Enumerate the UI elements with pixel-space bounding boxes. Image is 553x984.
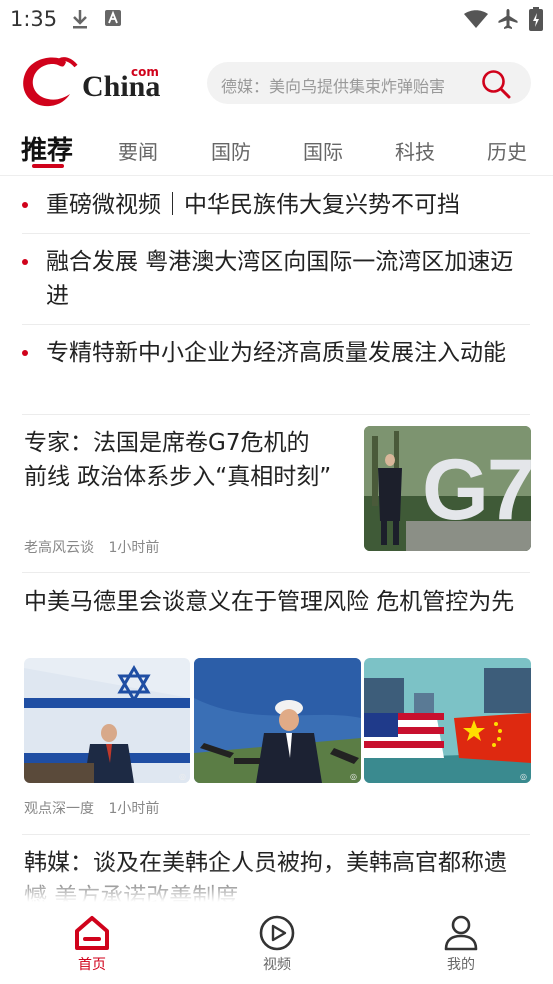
status-bar: 1:35 (0, 0, 553, 40)
divider (22, 572, 530, 573)
headline-item[interactable]: 专精特新中小企业为经济高质量发展注入动能 (22, 336, 530, 406)
battery-charging-icon (529, 7, 543, 31)
nav-video-label: 视频 (263, 957, 291, 973)
headline-text: 重磅微视频｜中华民族伟大复兴势不可挡 (46, 192, 460, 218)
article-image-3: ◎ (364, 658, 531, 783)
scroll-fade (0, 866, 553, 902)
image-watermark: ◎ (520, 772, 527, 781)
divider (22, 834, 530, 835)
airplane-mode-icon (498, 9, 518, 29)
wifi-icon (464, 10, 488, 28)
tab-international[interactable]: 国际 (303, 136, 343, 165)
video-play-icon (259, 915, 295, 951)
status-time: 1:35 (10, 7, 58, 31)
article-source: 老高风云谈 (24, 540, 94, 556)
profile-icon (444, 915, 478, 951)
divider (22, 414, 530, 415)
bullet-dot-icon (22, 202, 28, 208)
thumbnail-caption: G7 (422, 442, 531, 538)
headline-item[interactable]: 融合发展 粤港澳大湾区向国际一流湾区加速迈进 (22, 245, 530, 315)
tab-history[interactable]: 历史 (487, 136, 527, 165)
bullet-dot-icon (22, 350, 28, 356)
search-placeholder: 德媒：美向乌提供集束炸弹贻害 (221, 77, 446, 96)
image-watermark: ◎ (179, 772, 186, 781)
nav-profile-label: 我的 (447, 957, 475, 973)
article-meta: 老高风云谈 1小时前 (24, 537, 159, 557)
nav-home[interactable]: 首页 (42, 914, 142, 974)
article-source: 观点深一度 (24, 801, 94, 817)
logo-text: China (82, 70, 161, 103)
tab-recommended[interactable]: 推荐 (21, 130, 73, 167)
article-title: 专家：法国是席卷G7危机的前线 政治体系步入“真相时刻” (24, 430, 332, 490)
article-time: 1小时前 (108, 801, 160, 817)
tab-technology[interactable]: 科技 (395, 136, 435, 165)
bullet-dot-icon (22, 259, 28, 265)
app-notification-icon (105, 10, 121, 26)
tab-top-news[interactable]: 要闻 (118, 136, 158, 165)
nav-home-label: 首页 (78, 957, 106, 973)
tabs-divider (0, 175, 553, 176)
header: com China 德媒：美向乌提供集束炸弹贻害 (0, 56, 553, 112)
nav-video[interactable]: 视频 (227, 914, 327, 974)
search-bar[interactable]: 德媒：美向乌提供集束炸弹贻害 (207, 62, 531, 104)
article-image-1: ◎ (24, 658, 190, 783)
search-icon[interactable] (481, 69, 511, 99)
article-title: 中美马德里会谈意义在于管理风险 危机管控为先 (24, 589, 515, 615)
headline-item[interactable]: 重磅微视频｜中华民族伟大复兴势不可挡 (22, 188, 530, 224)
home-icon (75, 916, 109, 950)
article-time: 1小时前 (108, 540, 160, 556)
article-meta: 观点深一度 1小时前 (24, 798, 159, 818)
headline-text: 专精特新中小企业为经济高质量发展注入动能 (46, 340, 506, 366)
image-watermark: ◎ (350, 772, 357, 781)
article-image-2: ◎ (194, 658, 361, 783)
headline-text: 融合发展 粤港澳大湾区向国际一流湾区加速迈进 (46, 249, 514, 309)
divider (22, 324, 530, 325)
download-icon (73, 10, 87, 29)
china-com-logo[interactable]: com China (20, 56, 165, 110)
article-thumbnail: G7 (364, 426, 531, 551)
nav-profile[interactable]: 我的 (411, 914, 511, 974)
active-tab-indicator (32, 164, 64, 168)
category-tabs: 推荐 要闻 国防 国际 科技 历史 (0, 128, 553, 172)
tab-defense[interactable]: 国防 (211, 136, 251, 165)
bottom-navigation: 首页 视频 我的 (0, 902, 553, 984)
divider (22, 233, 530, 234)
